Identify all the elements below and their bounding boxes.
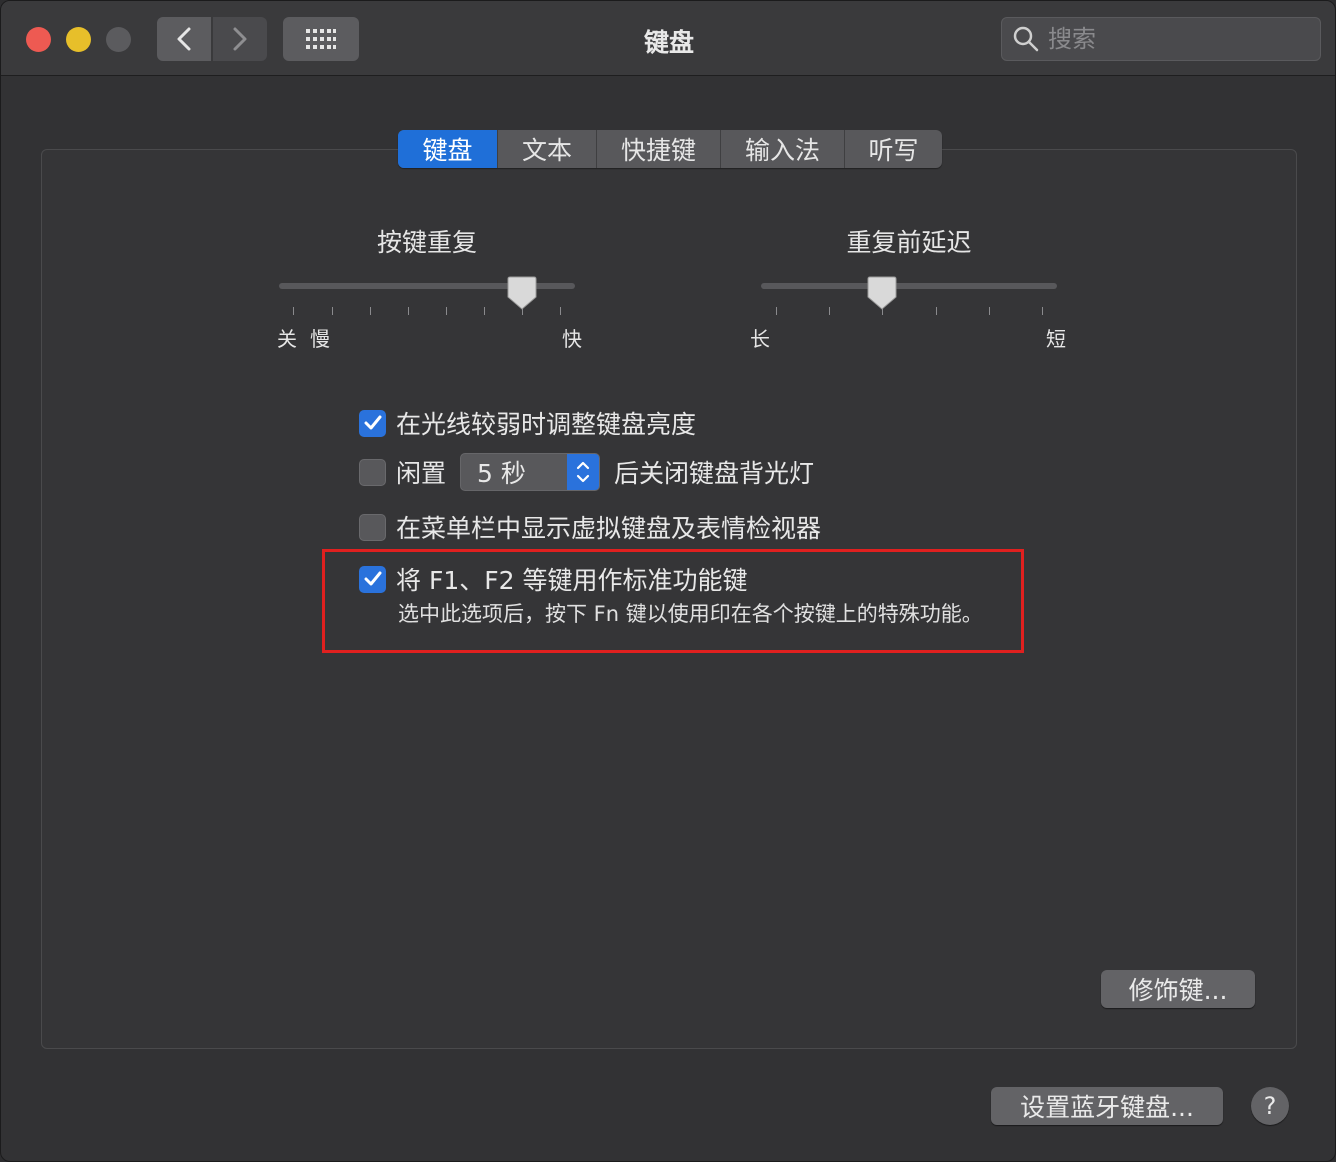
tick — [293, 307, 294, 315]
tab-keyboard[interactable]: 键盘 — [398, 130, 497, 168]
tab-text[interactable]: 文本 — [497, 130, 596, 168]
search-field[interactable] — [1001, 17, 1321, 61]
repeat-delay-label-long: 长 — [750, 327, 770, 351]
tick — [560, 307, 561, 315]
checkmark-icon — [364, 415, 381, 430]
tab-bar: 键盘 文本 快捷键 输入法 听写 — [398, 130, 942, 168]
tick — [1042, 307, 1043, 315]
tick — [484, 307, 485, 315]
backlight-off-suffix: 后关闭键盘背光灯 — [614, 459, 815, 488]
repeat-delay-track[interactable] — [761, 283, 1057, 289]
tick — [446, 307, 447, 315]
setup-bluetooth-keyboard-button[interactable]: 设置蓝牙键盘... — [991, 1087, 1223, 1125]
help-button[interactable]: ? — [1251, 1087, 1289, 1125]
key-repeat-thumb[interactable] — [507, 275, 537, 311]
tick — [829, 307, 830, 315]
up-down-chevron-icon — [567, 454, 600, 490]
backlight-off-checkbox[interactable] — [359, 458, 386, 486]
tick — [776, 307, 777, 315]
key-repeat-label-off: 关 — [277, 327, 297, 351]
repeat-delay-label-short: 短 — [1046, 327, 1066, 351]
tick — [332, 307, 333, 315]
idle-time-value: 5 秒 — [477, 459, 526, 488]
show-viewer-checkbox[interactable] — [359, 513, 386, 541]
modifier-keys-button[interactable]: 修饰键... — [1101, 970, 1255, 1008]
repeat-delay-thumb[interactable] — [867, 275, 897, 311]
tick — [989, 307, 990, 315]
adjust-brightness-option: 在光线较弱时调整键盘亮度 — [359, 405, 696, 441]
search-input[interactable] — [1046, 24, 1310, 54]
key-repeat-title: 按键重复 — [376, 228, 477, 257]
annotation-highlight-box — [322, 549, 1024, 653]
tab-input-sources[interactable]: 输入法 — [720, 130, 844, 168]
repeat-delay-title: 重复前延迟 — [846, 228, 972, 257]
tick — [936, 307, 937, 315]
key-repeat-label-fast: 快 — [562, 327, 582, 351]
tab-dictation[interactable]: 听写 — [844, 130, 942, 168]
show-viewer-label: 在菜单栏中显示虚拟键盘及表情检视器 — [396, 514, 822, 543]
backlight-off-option: 闲置 5 秒 后关闭键盘背光灯 — [359, 453, 814, 491]
show-viewer-option: 在菜单栏中显示虚拟键盘及表情检视器 — [359, 509, 821, 545]
tick — [370, 307, 371, 315]
backlight-off-prefix: 闲置 — [396, 459, 447, 488]
tick — [408, 307, 409, 315]
title-bar: 键盘 — [1, 1, 1335, 76]
preferences-window: 键盘 键盘 文本 快捷键 输入法 听写 按键重复 关 慢 快 重复前延迟 — [0, 0, 1336, 1162]
search-icon — [1013, 26, 1039, 52]
key-repeat-label-slow: 慢 — [310, 327, 330, 351]
adjust-brightness-label: 在光线较弱时调整键盘亮度 — [396, 410, 697, 439]
adjust-brightness-checkbox[interactable] — [359, 409, 386, 437]
idle-time-select[interactable]: 5 秒 — [460, 453, 601, 491]
tab-shortcuts[interactable]: 快捷键 — [596, 130, 720, 168]
